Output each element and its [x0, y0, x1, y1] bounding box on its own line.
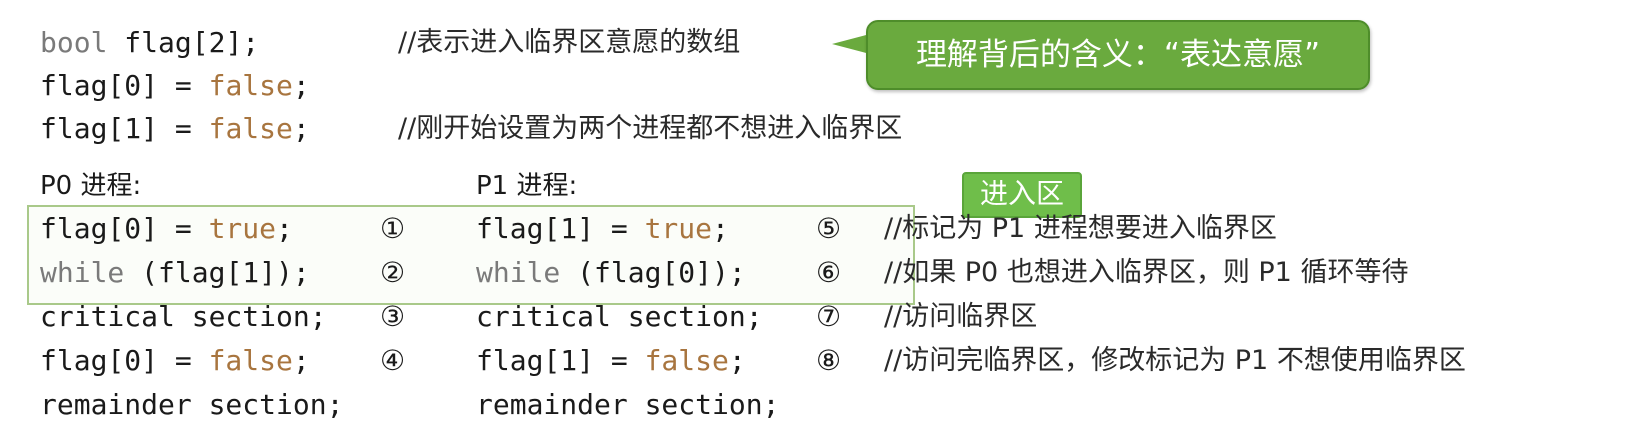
p0-line-4-b: false: [208, 344, 293, 377]
p0-line-3: critical section;: [40, 300, 327, 333]
decl-line-1: bool flag[2];: [40, 23, 259, 63]
marker-6: ⑥: [816, 256, 842, 289]
p0-line-4-a: flag[0] =: [40, 344, 209, 377]
marker-2: ②: [380, 256, 406, 289]
meaning-callout: 理解背后的含义：“表达意愿”: [866, 20, 1370, 90]
p1-line-5: remainder section;: [476, 388, 780, 421]
marker-3: ③: [380, 300, 406, 333]
p0-line-4: flag[0] = false;: [40, 341, 310, 381]
marker-1: ①: [380, 212, 406, 245]
p1-line-2-a: while: [476, 256, 561, 289]
decl-code: flag[2];: [124, 26, 260, 59]
p0-line-2-a: while: [40, 256, 125, 289]
callout-tail: [832, 34, 870, 54]
p1-line-1-b: true: [644, 212, 713, 245]
p1-line-2: while (flag[0]);: [476, 253, 746, 293]
decl-comment-1: //表示进入临界区意愿的数组: [398, 27, 741, 58]
decl-3-end: ;: [292, 112, 310, 145]
decl-line-3: flag[1] = false;: [40, 109, 310, 149]
p1-line-2-b: (flag[0]);: [560, 256, 746, 289]
p0-title: P0 进程:: [40, 171, 142, 201]
decl-2-eq: =: [158, 69, 209, 102]
p1-line-4-b: false: [644, 344, 729, 377]
marker-5: ⑤: [816, 212, 842, 245]
p0-line-5: remainder section;: [40, 388, 344, 421]
p0-line-1: flag[0] = true;: [40, 209, 293, 249]
p1-title: P1 进程:: [476, 171, 578, 201]
comment-4: //访问完临界区，修改标记为 P1 不想使用临界区: [884, 345, 1466, 376]
decl-3-lhs: flag[1]: [40, 112, 159, 145]
decl-2-val: false: [208, 69, 293, 102]
p0-line-4-c: ;: [292, 344, 310, 377]
comment-3: //访问临界区: [884, 301, 1038, 332]
decl-line-2: flag[0] = false;: [40, 66, 310, 106]
comment-1: //标记为 P1 进程想要进入临界区: [884, 213, 1277, 244]
marker-8: ⑧: [816, 344, 842, 377]
p1-line-1: flag[1] = true;: [476, 209, 729, 249]
p0-line-2: while (flag[1]);: [40, 253, 310, 293]
p1-line-4-a: flag[1] =: [476, 344, 645, 377]
p1-line-3: critical section;: [476, 300, 763, 333]
p1-line-1-a: flag[1] =: [476, 212, 645, 245]
decl-2-lhs: flag[0]: [40, 69, 159, 102]
p1-line-4-c: ;: [728, 344, 746, 377]
decl-3-val: false: [208, 112, 293, 145]
p0-line-1-c: ;: [276, 212, 293, 245]
marker-4: ④: [380, 344, 406, 377]
comment-2: //如果 P0 也想进入临界区，则 P1 循环等待: [884, 257, 1409, 288]
p0-line-1-a: flag[0] =: [40, 212, 209, 245]
p1-line-4: flag[1] = false;: [476, 341, 746, 381]
decl-2-end: ;: [292, 69, 310, 102]
decl-3-eq: =: [158, 112, 209, 145]
marker-7: ⑦: [816, 300, 842, 333]
p0-line-2-b: (flag[1]);: [124, 256, 310, 289]
p1-line-1-c: ;: [712, 212, 729, 245]
p0-line-1-b: true: [208, 212, 277, 245]
decl-comment-3: //刚开始设置为两个进程都不想进入临界区: [398, 113, 903, 144]
decl-type: bool: [40, 26, 108, 59]
